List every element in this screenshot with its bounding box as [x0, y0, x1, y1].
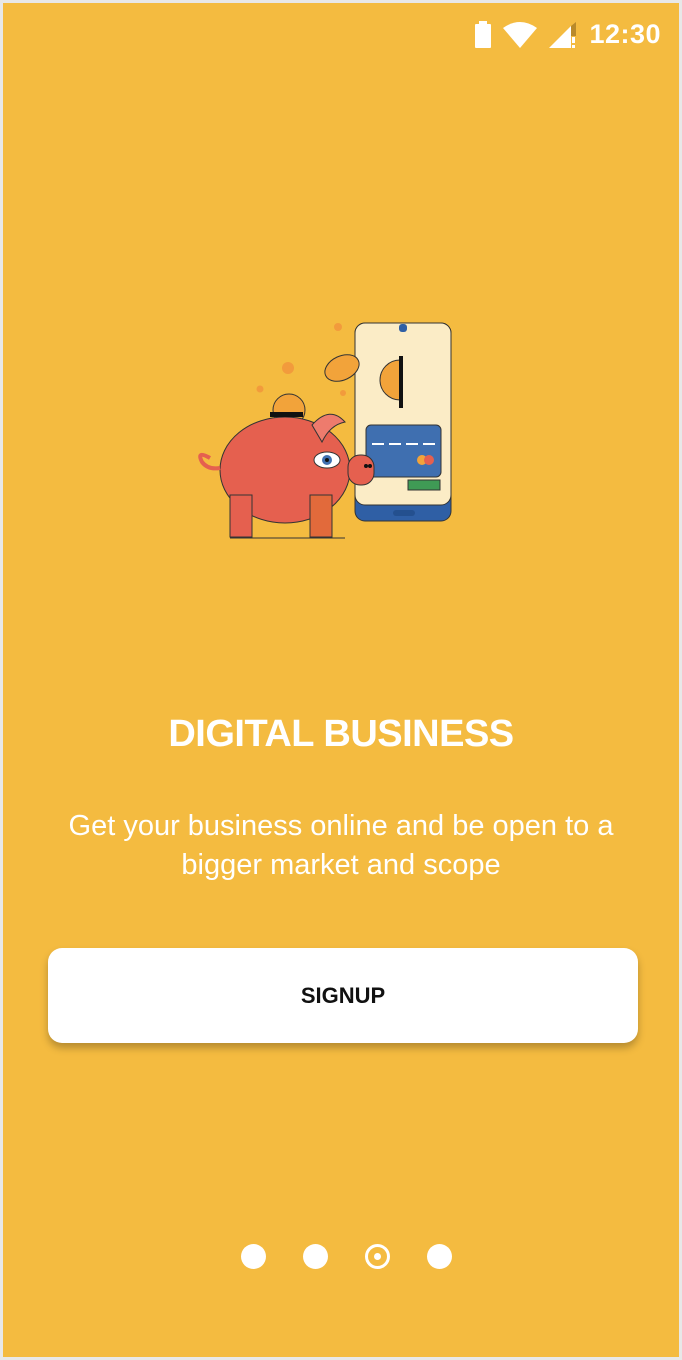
- battery-icon: [475, 21, 492, 48]
- page-dot-1[interactable]: [240, 1244, 266, 1269]
- status-bar: 12:30: [475, 19, 661, 50]
- onboarding-screen: 12:30 DIGITAL BUSINESS Get your business…: [3, 3, 679, 1357]
- status-time: 12:30: [589, 19, 661, 49]
- page-dot-3-active[interactable]: [364, 1244, 390, 1269]
- piggy-bank-phone-illustration: [198, 322, 452, 539]
- signup-button[interactable]: SIGNUP: [48, 948, 638, 1043]
- page-indicator: [3, 1244, 679, 1269]
- wifi-icon: [503, 21, 538, 48]
- onboarding-title: DIGITAL BUSINESS: [168, 713, 514, 755]
- page-dot-2[interactable]: [302, 1244, 328, 1269]
- page-dot-4[interactable]: [426, 1244, 452, 1269]
- onboarding-description: Get your business online and be open to …: [68, 810, 614, 881]
- cell-signal-alert-icon: [549, 21, 577, 48]
